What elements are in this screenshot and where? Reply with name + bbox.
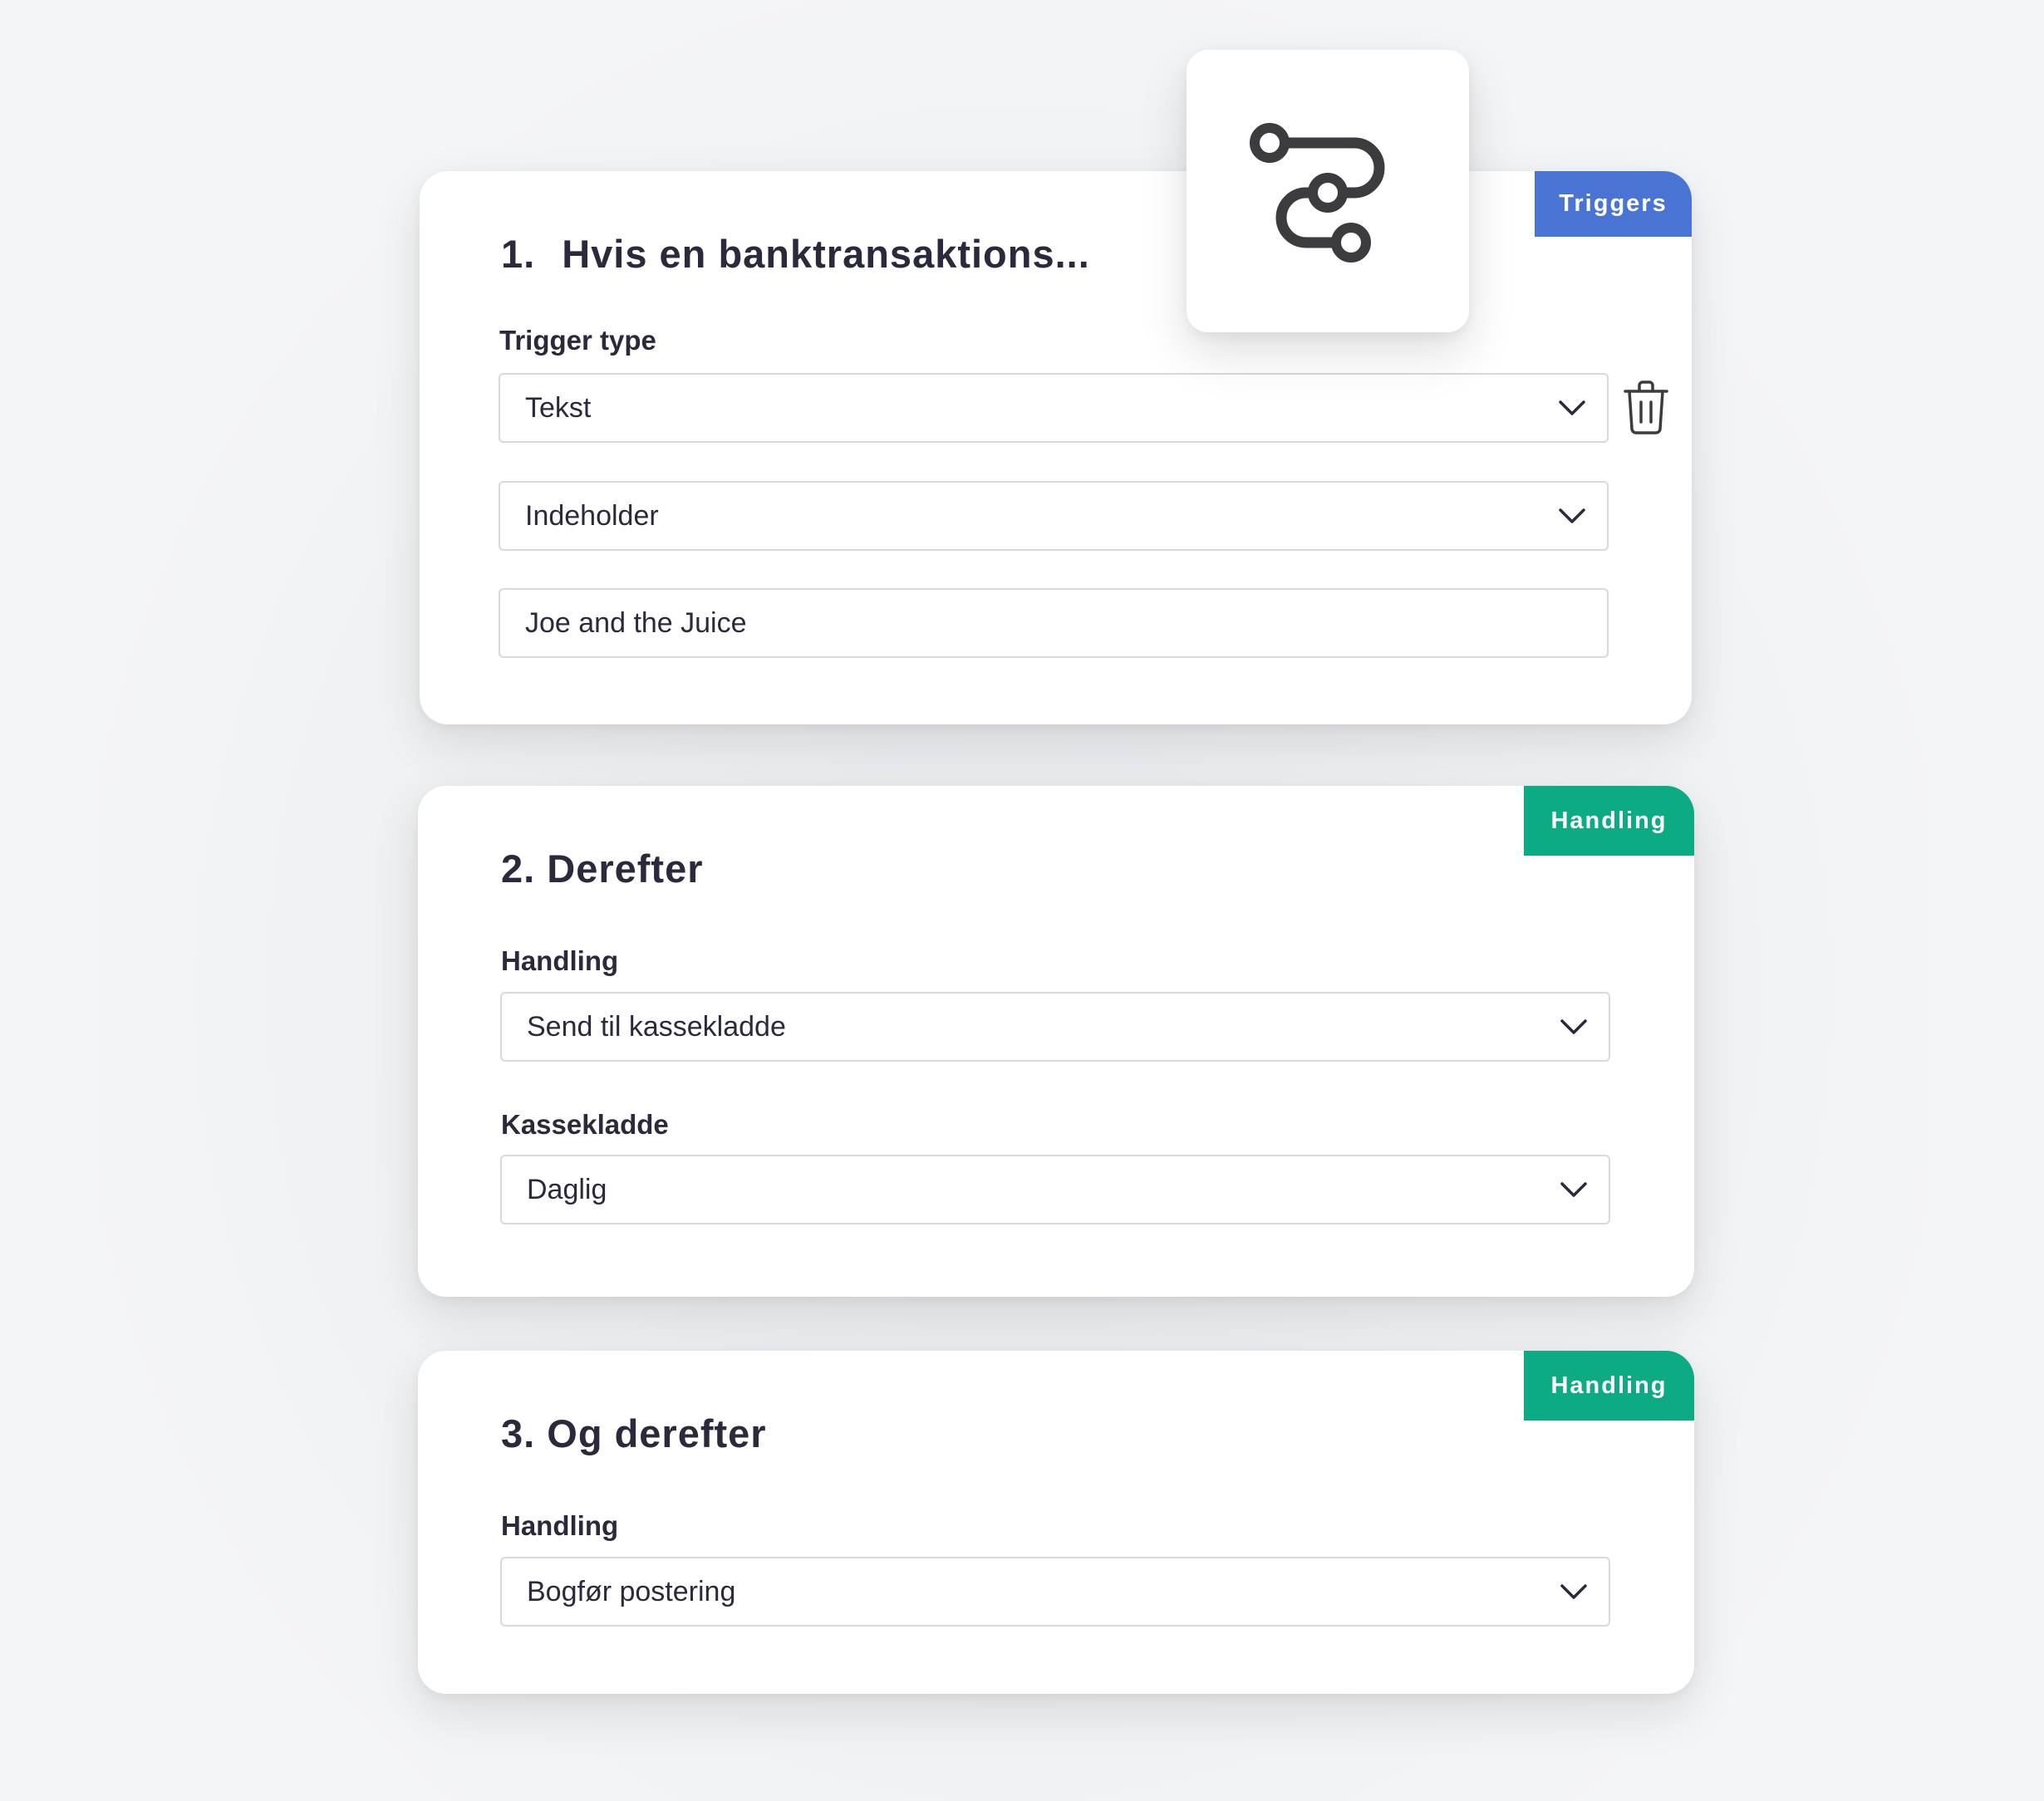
chevron-down-icon: [1560, 1019, 1587, 1034]
chevron-down-icon: [1559, 508, 1585, 523]
match-text-value: Joe and the Juice: [525, 606, 747, 639]
journal-label: Kassekladde: [501, 1109, 669, 1140]
chevron-down-icon: [1560, 1584, 1587, 1599]
action-label: Handling: [501, 1510, 619, 1541]
trigger-title-text: Hvis en banktransaktions...: [562, 232, 1090, 276]
action-tag: Handling: [1524, 1351, 1694, 1421]
trigger-card: Triggers 1. Hvis en banktransaktions... T…: [420, 171, 1692, 724]
action-card-title: 2. Derefter: [501, 847, 704, 891]
journal-value: Daglig: [527, 1173, 607, 1205]
condition-value: Indeholder: [525, 499, 659, 532]
action-select[interactable]: Bogfør postering: [500, 1557, 1610, 1627]
chevron-down-icon: [1560, 1182, 1587, 1197]
trigger-step-number: 1.: [501, 232, 536, 276]
action-card-derefter: Handling 2. Derefter Handling Send til k…: [418, 786, 1694, 1297]
action-value: Send til kassekladde: [527, 1010, 786, 1043]
action-select[interactable]: Send til kassekladde: [500, 992, 1610, 1062]
condition-select[interactable]: Indeholder: [499, 481, 1609, 551]
trigger-type-label: Trigger type: [499, 325, 656, 356]
action-card-og-derefter: Handling 3. Og derefter Handling Bogfør …: [418, 1351, 1694, 1694]
action-card-title: 3. Og derefter: [501, 1411, 767, 1455]
match-text-input[interactable]: Joe and the Juice: [499, 588, 1609, 658]
workflow-icon-tile: [1187, 50, 1469, 332]
action-value: Bogfør postering: [527, 1575, 736, 1607]
action-label: Handling: [501, 945, 619, 976]
triggers-tag: Triggers: [1535, 171, 1692, 237]
journal-select[interactable]: Daglig: [500, 1155, 1610, 1224]
route-flow-icon: [1250, 123, 1385, 263]
trash-icon[interactable]: [1623, 380, 1669, 435]
chevron-down-icon: [1559, 400, 1585, 415]
trigger-type-select[interactable]: Tekst: [499, 373, 1609, 443]
trigger-type-value: Tekst: [525, 391, 592, 424]
trigger-card-title: 1. Hvis en banktransaktions...: [501, 231, 1090, 277]
action-tag: Handling: [1524, 786, 1694, 856]
